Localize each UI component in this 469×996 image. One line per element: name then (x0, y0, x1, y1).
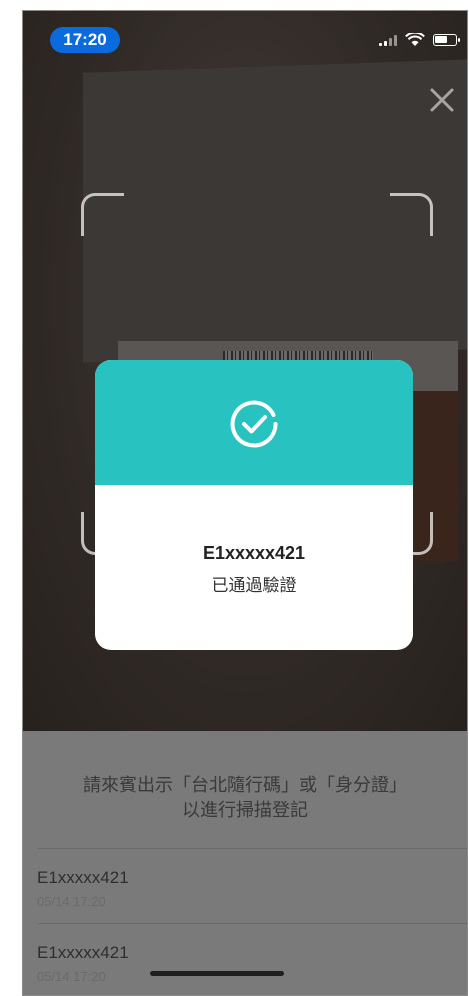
instruction-line-2: 以進行掃描登記 (182, 800, 308, 820)
wifi-icon (405, 33, 425, 46)
status-bar: 17:20 (23, 11, 467, 55)
list-item[interactable]: E1xxxxx421 05/14 17:20 (23, 848, 467, 923)
home-indicator[interactable] (150, 971, 284, 976)
scan-corner-top-right (390, 193, 433, 236)
scan-corner-top-left (81, 193, 124, 236)
battery-icon (433, 34, 460, 46)
verification-message: 已通過驗證 (211, 576, 297, 595)
status-time[interactable]: 17:20 (50, 27, 120, 53)
list-item[interactable]: E1xxxxx421 05/14 17:20 (23, 923, 467, 995)
check-circle-icon (230, 400, 278, 448)
record-id: E1xxxxx421 (37, 943, 129, 962)
close-icon[interactable] (429, 87, 455, 113)
verified-id: E1xxxxx421 (202, 543, 306, 563)
verification-dialog[interactable]: E1xxxxx421 已通過驗證 (95, 360, 413, 650)
record-timestamp: 05/14 17:20 (37, 969, 106, 984)
signal-icon (379, 34, 397, 46)
scan-instruction: 請來賓出示「台北隨行碼」或「身分證」 以進行掃描登記 (23, 773, 467, 823)
scan-records-sheet: 請來賓出示「台北隨行碼」或「身分證」 以進行掃描登記 E1xxxxx421 05… (23, 731, 467, 995)
phone-screen: 17:20 請來賓出示「台北隨行碼」或「身分證」 以進行掃描登記 E1xxxxx… (22, 10, 468, 996)
status-icons (379, 33, 460, 47)
record-timestamp: 05/14 17:20 (37, 894, 106, 909)
dialog-body: E1xxxxx421 已通過驗證 (95, 485, 413, 650)
instruction-line-1: 請來賓出示「台北隨行碼」或「身分證」 (83, 775, 407, 795)
record-id: E1xxxxx421 (37, 868, 129, 887)
dialog-header (95, 360, 413, 485)
